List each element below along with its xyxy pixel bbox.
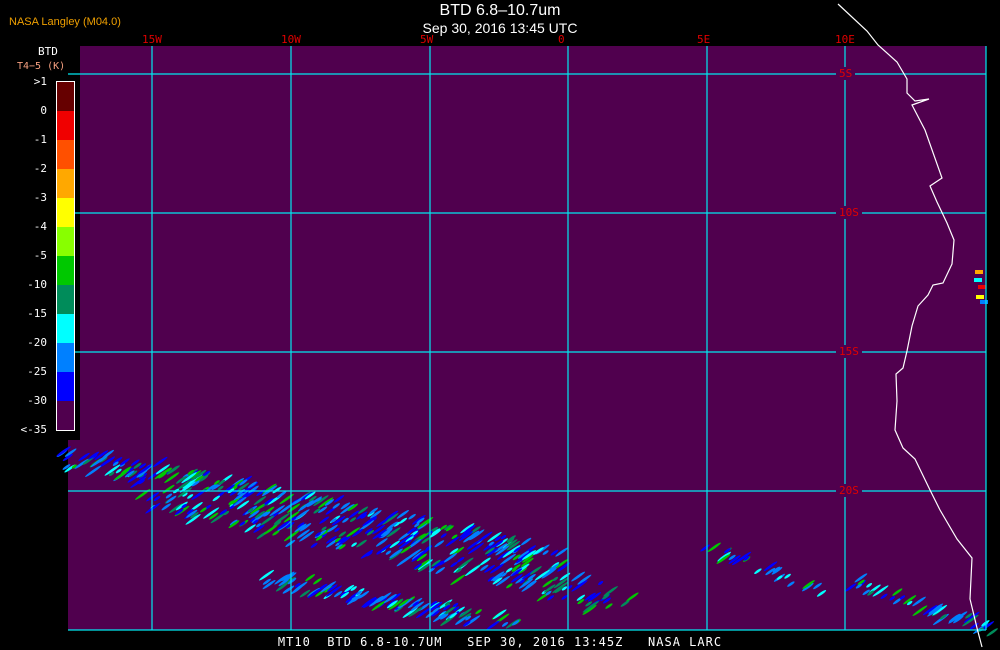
legend-swatch <box>57 140 74 169</box>
legend-tick: -4 <box>33 220 47 233</box>
longitude-label: 10E <box>835 33 855 46</box>
convective-cell <box>978 285 986 289</box>
legend-swatch <box>57 169 74 198</box>
convective-cell <box>980 300 988 304</box>
legend-tick: -2 <box>33 162 47 175</box>
longitude-label: 5E <box>697 33 711 46</box>
legend-swatch <box>57 372 74 401</box>
longitude-label: 10W <box>281 33 301 46</box>
legend-swatch <box>57 285 74 314</box>
longitude-label: 15W <box>142 33 162 46</box>
convective-cell <box>975 270 983 274</box>
legend-tick: -30 <box>27 394 47 407</box>
latitude-label: 20S <box>836 484 862 497</box>
legend-tick: -15 <box>27 307 47 320</box>
legend-swatch <box>57 82 74 111</box>
legend-swatch <box>57 314 74 343</box>
convective-cell <box>976 295 984 299</box>
legend-swatch <box>57 256 74 285</box>
legend-swatch <box>57 343 74 372</box>
legend-tick: -5 <box>33 249 47 262</box>
convective-cell <box>974 278 982 282</box>
longitude-label: 0 <box>558 33 565 46</box>
legend-tick: <-35 <box>20 423 48 436</box>
latitude-label: 5S <box>836 67 856 80</box>
legend-tick: -3 <box>33 191 47 204</box>
longitude-label: 5W <box>420 33 434 46</box>
legend-tick: >1 <box>33 75 47 88</box>
legend-units: T4−5 (K) <box>17 61 66 72</box>
legend-swatch <box>57 111 74 140</box>
legend-tick: -10 <box>27 278 47 291</box>
legend-swatch <box>57 198 74 227</box>
legend-tick: -20 <box>27 336 47 349</box>
legend-title: BTD <box>38 45 58 58</box>
legend-swatch <box>57 227 74 256</box>
brand-label: NASA Langley (M04.0) <box>9 16 121 28</box>
legend-tick: -1 <box>33 133 47 146</box>
satellite-map <box>56 3 998 648</box>
chart-title: BTD 6.8–10.7um <box>439 2 561 19</box>
latitude-label: 15S <box>836 345 862 358</box>
footer-caption: MT10 BTD 6.8-10.7UM SEP 30, 2016 13:45Z … <box>277 635 723 649</box>
legend-tick: 0 <box>40 104 47 117</box>
latitude-label: 10S <box>836 206 862 219</box>
legend-swatch <box>57 401 74 430</box>
color-legend <box>56 81 75 431</box>
legend-tick: -25 <box>27 365 47 378</box>
